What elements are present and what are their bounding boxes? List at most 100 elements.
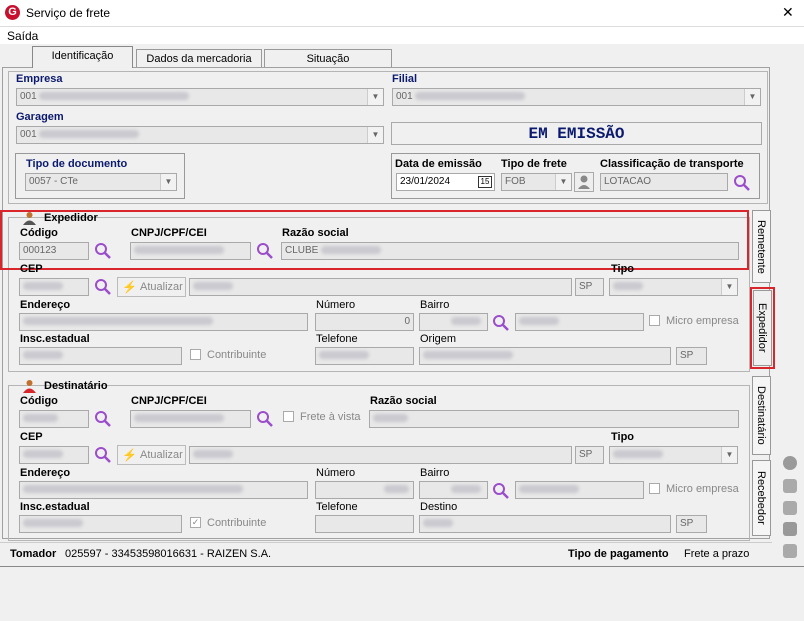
pagamento-value: Frete a prazo <box>684 548 750 560</box>
chevron-down-icon[interactable]: ▼ <box>744 89 760 105</box>
codigo-label: Código <box>20 395 58 407</box>
cep-label: CEP <box>20 263 43 275</box>
micro-empresa-label: Micro empresa <box>666 315 739 327</box>
search-icon[interactable] <box>492 314 510 332</box>
cidade-input[interactable] <box>189 278 572 296</box>
codigo-input[interactable]: 000123 <box>19 242 89 260</box>
insc-input[interactable] <box>19 515 182 533</box>
filial-value: 001 <box>396 91 413 102</box>
menu-item-saida[interactable]: Saída <box>7 29 38 43</box>
telefone-input[interactable] <box>315 347 414 365</box>
destino-label: Destino <box>420 501 458 513</box>
filial-label: Filial <box>392 73 418 85</box>
insc-input[interactable] <box>19 347 182 365</box>
blurred-text <box>321 246 382 255</box>
truck-icon[interactable] <box>783 522 797 536</box>
endereco-input[interactable] <box>19 313 308 331</box>
tipo-doc-value: 0057 - CTe <box>29 176 78 187</box>
garagem-select[interactable]: 001 ▼ <box>16 126 384 144</box>
search-icon[interactable] <box>492 482 510 500</box>
data-emissao-input[interactable]: 23/01/2024 15 <box>396 173 495 191</box>
vtab-recebedor[interactable]: Recebedor <box>752 460 771 536</box>
bairro-input[interactable] <box>515 313 644 331</box>
telefone-input[interactable] <box>315 515 414 533</box>
tab-dados-mercadoria[interactable]: Dados da mercadoria <box>136 49 262 68</box>
chevron-down-icon[interactable]: ▼ <box>367 127 383 143</box>
micro-empresa-checkbox[interactable] <box>649 483 660 494</box>
close-icon[interactable]: ✕ <box>782 4 794 21</box>
calendar-icon[interactable]: 15 <box>478 176 492 188</box>
edit-icon[interactable] <box>783 544 797 558</box>
tipo-label: Tipo <box>611 263 635 275</box>
bairro-input[interactable] <box>515 481 644 499</box>
uf-input[interactable]: SP <box>575 446 604 464</box>
vtab-label: Expedidor <box>756 303 768 353</box>
tipo-select[interactable]: ▼ <box>609 278 738 296</box>
search-icon[interactable] <box>94 278 112 296</box>
chevron-down-icon[interactable]: ▼ <box>721 279 737 295</box>
chevron-down-icon[interactable]: ▼ <box>721 447 737 463</box>
search-icon[interactable] <box>733 174 751 192</box>
tipo-doc-select[interactable]: 0057 - CTe ▼ <box>25 173 177 191</box>
cnpj-input[interactable] <box>130 410 251 428</box>
tab-label: Identificação <box>51 50 114 62</box>
tab-identificacao[interactable]: Identificação <box>32 46 133 68</box>
razao-input[interactable] <box>369 410 739 428</box>
menu-bar <box>0 27 804 44</box>
search-icon[interactable] <box>94 410 112 428</box>
bairro-codigo-input[interactable] <box>419 313 488 331</box>
numero-input[interactable] <box>315 481 414 499</box>
hand-left-icon[interactable] <box>783 501 797 515</box>
atualizar-button[interactable]: ⚡ Atualizar <box>117 277 186 297</box>
numero-label: Número <box>316 299 356 311</box>
search-icon[interactable] <box>256 410 274 428</box>
garagem-value: 001 <box>20 129 37 140</box>
filial-select[interactable]: 001 ▼ <box>392 88 761 106</box>
contribuinte-label: Contribuinte <box>207 349 267 361</box>
frete-vista-checkbox[interactable] <box>283 411 294 422</box>
classificacao-label: Classificação de transporte <box>600 158 744 170</box>
destino-input[interactable] <box>419 515 671 533</box>
numero-input[interactable]: 0 <box>315 313 414 331</box>
bairro-codigo-input[interactable] <box>419 481 488 499</box>
uf-input[interactable]: SP <box>575 278 604 296</box>
cidade-input[interactable] <box>189 446 572 464</box>
cep-input[interactable] <box>19 446 89 464</box>
blurred-text <box>613 450 663 459</box>
tab-situacao[interactable]: Situação <box>264 49 392 68</box>
user-search-icon[interactable] <box>574 172 594 192</box>
destino-uf-input[interactable]: SP <box>676 515 707 533</box>
micro-empresa-checkbox[interactable] <box>649 315 660 326</box>
atualizar-button[interactable]: ⚡ Atualizar <box>117 445 186 465</box>
vtab-remetente[interactable]: Remetente <box>752 210 771 283</box>
hand-point-icon[interactable] <box>783 479 797 493</box>
search-icon[interactable] <box>256 242 274 260</box>
origem-label: Origem <box>420 333 457 345</box>
contribuinte-checkbox[interactable]: ✓ <box>190 517 201 528</box>
chevron-down-icon[interactable]: ▼ <box>555 174 571 190</box>
vtab-expedidor[interactable]: Expedidor <box>753 290 772 366</box>
chevron-down-icon[interactable]: ▼ <box>160 174 176 190</box>
vtab-destinatario[interactable]: Destinatário <box>752 376 771 455</box>
destinatario-title: Destinatário <box>44 380 108 392</box>
cnpj-input[interactable] <box>130 242 251 260</box>
insc-label: Insc.estadual <box>20 333 90 345</box>
search-icon[interactable] <box>94 446 112 464</box>
record-icon[interactable] <box>783 456 797 470</box>
razao-label: Razão social <box>370 395 437 407</box>
origem-input[interactable] <box>419 347 671 365</box>
classificacao-input[interactable]: LOTACAO <box>600 173 728 191</box>
tipo-select[interactable]: ▼ <box>609 446 738 464</box>
bairro-label: Bairro <box>420 467 450 479</box>
tipo-frete-select[interactable]: FOB ▼ <box>501 173 572 191</box>
blurred-text <box>39 130 140 139</box>
cep-input[interactable] <box>19 278 89 296</box>
razao-input[interactable]: CLUBE <box>281 242 739 260</box>
contribuinte-checkbox[interactable] <box>190 349 201 360</box>
chevron-down-icon[interactable]: ▼ <box>367 89 383 105</box>
search-icon[interactable] <box>94 242 112 260</box>
empresa-select[interactable]: 001 ▼ <box>16 88 384 106</box>
codigo-input[interactable] <box>19 410 89 428</box>
endereco-input[interactable] <box>19 481 308 499</box>
origem-uf-input[interactable]: SP <box>676 347 707 365</box>
